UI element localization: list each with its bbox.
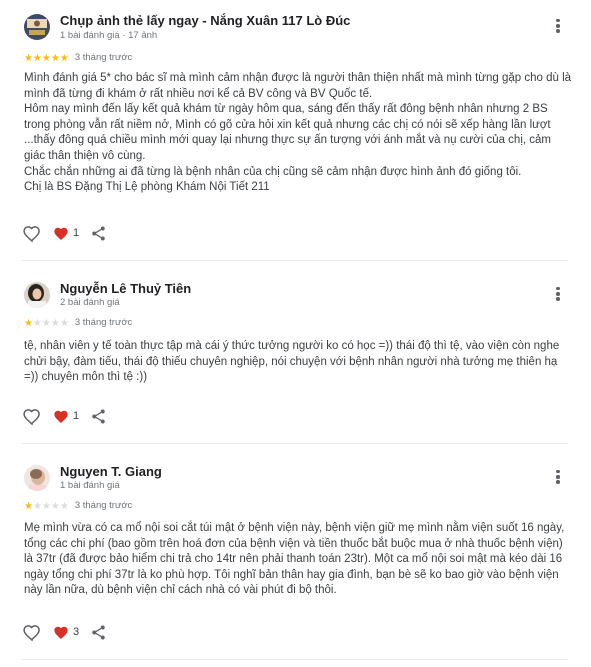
star-empty-icon: ★★★★ (32, 501, 69, 512)
rating-stars: ★★★★★ 3 tháng trước (24, 500, 132, 512)
rating-stars: ★★★★★ 3 tháng trước (24, 52, 132, 64)
like-count: 1 (73, 227, 80, 239)
more-options-button[interactable] (551, 285, 565, 303)
avatar[interactable] (24, 14, 50, 40)
divider (22, 260, 568, 261)
star-icon: ★★★★★ (24, 53, 69, 64)
reviewer-meta: 1 bài đánh giá (60, 480, 120, 491)
reviewer-name[interactable]: Nguyen T. Giang (60, 464, 162, 479)
like-count: 3 (73, 626, 80, 638)
reviewer-meta: 2 bài đánh giá (60, 297, 120, 308)
review-paragraph: Hôm nay mình đến lấy kết quả khám từ ngà… (24, 103, 552, 162)
reviewer-name[interactable]: Chụp ảnh thẻ lấy ngay - Nắng Xuân 117 Lò… (60, 13, 350, 28)
review-text: tệ, nhân viên y tế toàn thực tập mà cái … (24, 339, 572, 386)
reviewer-name[interactable]: Nguyễn Lê Thuỷ Tiên (60, 281, 191, 296)
star-icon: ★ (24, 501, 33, 512)
avatar[interactable] (24, 465, 50, 491)
heart-filled-icon[interactable] (53, 226, 69, 242)
review-time: 3 tháng trước (74, 52, 133, 63)
review-paragraph: Chị là BS Đặng Thị Lệ phòng Khám Nội Tiế… (24, 181, 270, 194)
reviewer-meta: 1 bài đánh giá · 17 ảnh (60, 30, 158, 41)
divider (22, 659, 568, 660)
more-options-button[interactable] (551, 17, 565, 35)
divider (22, 443, 568, 444)
heart-outline-icon[interactable] (22, 224, 42, 244)
share-icon[interactable] (90, 408, 107, 425)
review-paragraph: Mình đánh giá 5* cho bác sĩ mà mình cảm … (24, 72, 572, 100)
heart-outline-icon[interactable] (22, 623, 42, 643)
star-icon: ★ (24, 318, 33, 329)
review-paragraph: Chắc chắn những ai đã từng là bệnh nhân … (24, 165, 522, 178)
review-text: Mình đánh giá 5* cho bác sĩ mà mình cảm … (24, 71, 572, 196)
share-icon[interactable] (90, 225, 107, 242)
heart-outline-icon[interactable] (22, 407, 42, 427)
review-paragraph: Mẹ mình vừa có ca mổ nội soi cắt túi mật… (24, 522, 565, 597)
review-text: Mẹ mình vừa có ca mổ nội soi cắt túi mật… (24, 521, 572, 599)
heart-filled-icon[interactable] (53, 625, 69, 641)
avatar[interactable] (24, 282, 50, 308)
share-icon[interactable] (90, 624, 107, 641)
review-time: 3 tháng trước (74, 317, 133, 328)
review-time: 3 tháng trước (74, 500, 133, 511)
review-paragraph: tệ, nhân viên y tế toàn thực tập mà cái … (24, 340, 560, 384)
heart-filled-icon[interactable] (53, 409, 69, 425)
like-count: 1 (73, 410, 80, 422)
star-empty-icon: ★★★★ (32, 318, 69, 329)
more-options-button[interactable] (551, 468, 565, 486)
rating-stars: ★★★★★ 3 tháng trước (24, 317, 132, 329)
